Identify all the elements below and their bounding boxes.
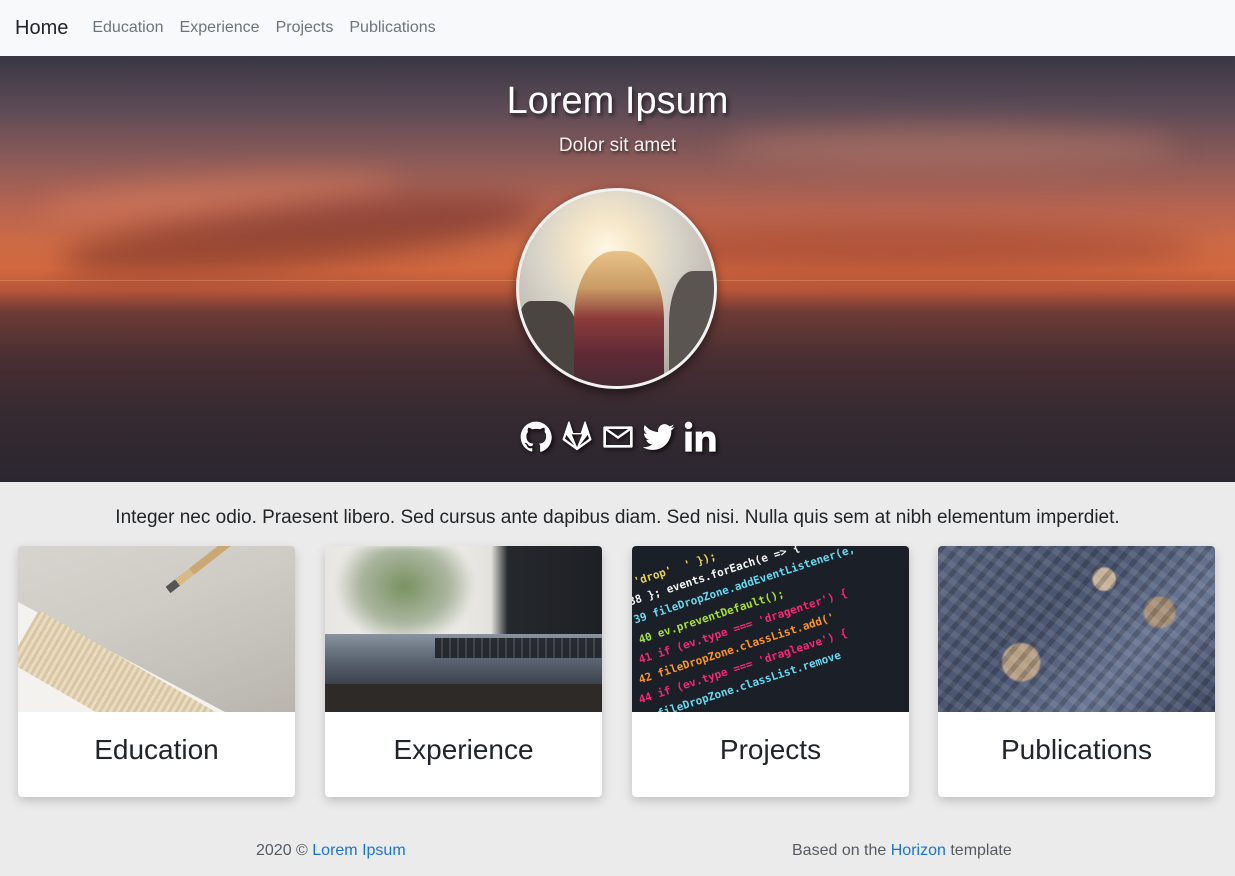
notebook-pencil-image [18,546,295,712]
avatar [516,188,717,389]
twitter-icon[interactable] [642,420,675,454]
hero-subtitle: Dolor sit amet [558,135,677,156]
footer-year: 2020 © [256,842,308,859]
card-title: Publications [1001,734,1152,765]
card-title: Experience [393,734,534,765]
footer-credit: Based on the Horizon template [792,842,1012,860]
image-detail [165,546,289,594]
avatar-rock [519,301,579,386]
laptop-image [325,546,602,712]
card-education[interactable]: Education [18,546,295,797]
github-icon[interactable] [519,420,552,454]
nav-home-link[interactable]: Home [15,17,68,40]
card-title: Education [94,734,219,765]
card-publications[interactable]: Publications [938,546,1215,797]
gitlab-icon[interactable] [560,420,593,454]
footer-author-link[interactable]: Lorem Ipsum [312,842,405,859]
social-links [0,420,1235,454]
card-experience[interactable]: Experience [325,546,602,797]
footer-copyright: 2020 © Lorem Ipsum [256,842,406,860]
footer-based-on: Based on the [792,842,887,859]
avatar-rock [669,271,714,386]
type-blocks-image [938,546,1215,712]
nav-link-experience[interactable]: Experience [180,19,260,37]
image-detail: 45 fileDropZone.classList.remove [637,648,843,712]
envelope-icon[interactable] [601,420,634,454]
footer-template-suffix: template [950,842,1012,859]
image-detail [325,684,602,712]
hero-title: Lorem Ipsum [506,80,729,122]
navbar: Home Education Experience Projects Publi… [0,0,1235,56]
nav-link-projects[interactable]: Projects [276,19,334,37]
image-detail [335,546,475,646]
avatar-person [574,251,664,386]
image-detail [435,638,602,658]
linkedin-icon[interactable] [683,420,716,454]
card-title: Projects [719,734,822,765]
nav-link-publications[interactable]: Publications [349,19,435,37]
nav-link-education[interactable]: Education [92,19,163,37]
code-screen-image: 'drop' ' }); 38 }; events.forEach(e => {… [632,546,909,712]
intro-text: Integer nec odio. Praesent libero. Sed c… [115,507,1120,528]
footer-template-link[interactable]: Horizon [891,842,946,859]
card-projects[interactable]: 'drop' ' }); 38 }; events.forEach(e => {… [632,546,909,797]
